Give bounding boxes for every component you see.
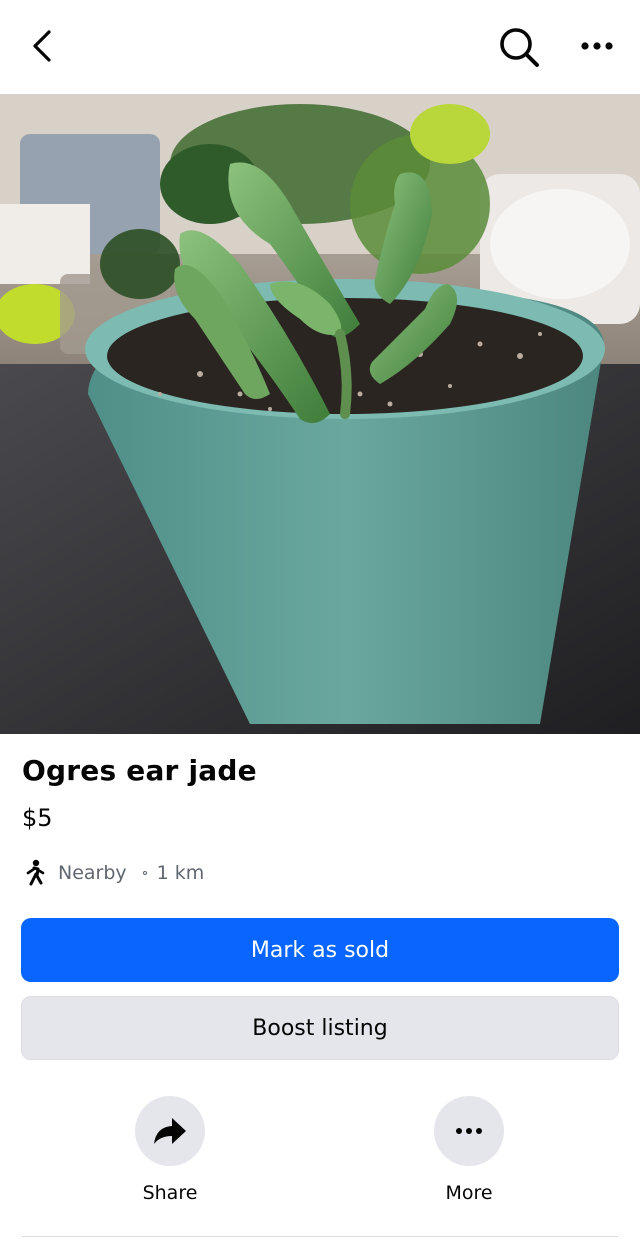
share-arrow-icon: [154, 1118, 186, 1144]
more-action[interactable]: More: [419, 1096, 519, 1204]
search-icon: [500, 28, 539, 67]
mark-as-sold-button[interactable]: Mark as sold: [21, 918, 619, 982]
share-button[interactable]: [135, 1096, 205, 1166]
boost-listing-button[interactable]: Boost listing: [21, 996, 619, 1060]
share-action[interactable]: Share: [120, 1096, 220, 1204]
more-label: More: [445, 1182, 493, 1204]
walking-person-icon: [22, 858, 48, 888]
listing-price: $5: [22, 804, 53, 832]
options-menu-button[interactable]: [572, 26, 622, 66]
listing-title: Ogres ear jade: [22, 754, 257, 787]
top-bar: [0, 0, 640, 94]
location-label: Nearby: [58, 862, 127, 884]
share-label: Share: [142, 1182, 198, 1204]
chevron-left-icon: [33, 30, 51, 62]
plant-pot-image: [0, 94, 640, 734]
back-button[interactable]: [22, 24, 62, 68]
search-button[interactable]: [494, 22, 544, 72]
divider: [22, 1236, 618, 1237]
listing-photo[interactable]: [0, 94, 640, 734]
more-horizontal-icon: [581, 42, 613, 50]
location-row: Nearby 1 km: [22, 858, 204, 888]
distance-label: 1 km: [156, 862, 205, 884]
more-horizontal-icon: [456, 1128, 482, 1134]
separator-dot: [142, 871, 147, 875]
more-button[interactable]: [434, 1096, 504, 1166]
